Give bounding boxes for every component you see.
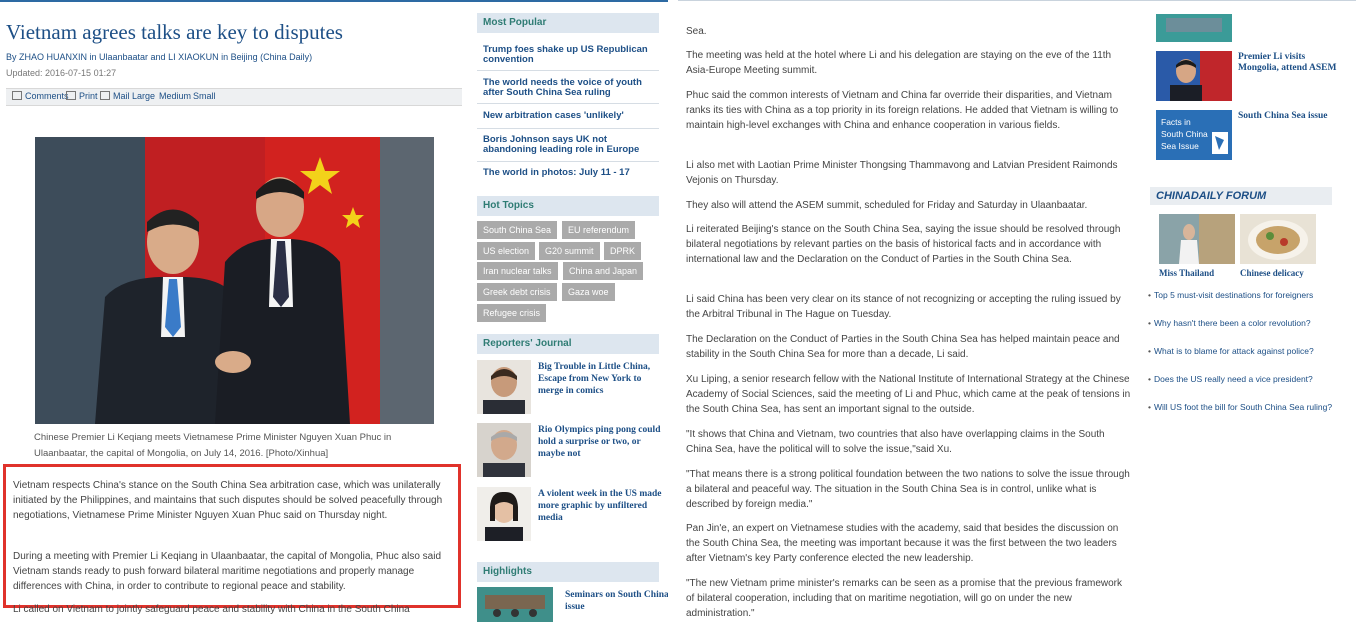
popular-link-5[interactable]: The world in photos: July 11 - 17 xyxy=(483,168,659,178)
reporters-journal-heading: Reporters' Journal xyxy=(477,334,659,354)
mail-icon xyxy=(100,91,110,100)
article-paragraph-2: During a meeting with Premier Li Keqiang… xyxy=(13,551,442,592)
font-medium-button[interactable]: Medium xyxy=(159,91,191,101)
font-small-button[interactable]: Small xyxy=(193,91,216,101)
highlight-photo-1[interactable] xyxy=(477,587,553,622)
top-rule xyxy=(0,0,668,2)
reporter-portrait-2 xyxy=(477,423,531,477)
article-paragraph-1: Vietnam respects China's stance on the S… xyxy=(13,480,443,521)
forum-caption-2[interactable]: Chinese delicacy xyxy=(1240,268,1304,278)
right-paragraph-10: "That means there is a strong political … xyxy=(686,469,1130,510)
comments-label: Comments xyxy=(25,91,69,101)
article-page-left: Vietnam agrees talks are key to disputes… xyxy=(0,0,668,622)
right-paragraph-9: "It shows that China and Vietnam, two co… xyxy=(686,429,1105,455)
seminar-photo xyxy=(477,587,553,622)
leaders-handshake-photo xyxy=(35,137,434,424)
tag-iran-nuclear-talks[interactable]: Iran nuclear talks xyxy=(477,262,558,280)
reporter-link-3[interactable]: A violent week in the US made more graph… xyxy=(538,488,662,524)
forum-link-3[interactable]: What is to blame for attack against poli… xyxy=(1148,346,1339,357)
forum-link-5[interactable]: Will US foot the bill for South China Se… xyxy=(1148,402,1339,413)
forum-caption-1[interactable]: Miss Thailand xyxy=(1159,268,1214,278)
divider xyxy=(477,128,659,129)
top-rule xyxy=(678,0,1356,1)
forum-photo-chinese-delicacy[interactable] xyxy=(1240,214,1316,264)
article-paragraph-3: Li called on Vietnam to jointly safeguar… xyxy=(13,604,410,615)
forum-link-1[interactable]: Top 5 must-visit destinations for foreig… xyxy=(1148,290,1339,301)
article-updated: Updated: 2016-07-15 01:27 xyxy=(6,68,117,78)
photo-caption: Chinese Premier Li Keqiang meets Vietnam… xyxy=(34,432,392,459)
article-photo xyxy=(35,137,434,424)
tag-dprk[interactable]: DPRK xyxy=(604,242,642,260)
side-photo-top[interactable] xyxy=(1156,14,1232,42)
highlight-link-1[interactable]: Seminars on South China Sea issue xyxy=(565,589,668,613)
side-link-south-china-sea[interactable]: South China Sea issue xyxy=(1238,111,1338,122)
right-paragraph-6: Li said China has been very clear on its… xyxy=(686,294,1121,320)
tag-eu-referendum[interactable]: EU referendum xyxy=(562,221,636,239)
reporter-photo-3[interactable] xyxy=(477,487,531,541)
side-photo-premier-li[interactable] xyxy=(1156,51,1232,101)
font-large-button[interactable]: Large xyxy=(132,91,155,101)
chinadaily-forum-logo[interactable]: CHINADAILY FORUM xyxy=(1150,187,1332,205)
article-byline: By ZHAO HUANXIN in Ulaanbaatar and LI XI… xyxy=(6,52,313,62)
popular-link-1[interactable]: Trump foes shake up US Republican conven… xyxy=(483,45,659,65)
print-button[interactable]: Print xyxy=(66,91,98,101)
reporter-link-1[interactable]: Big Trouble in Little China, Escape from… xyxy=(538,361,662,397)
map-icon xyxy=(1212,132,1228,154)
article-title: Vietnam agrees talks are key to disputes xyxy=(6,20,343,44)
right-paragraph-4: They also will attend the ASEM summit, s… xyxy=(686,200,1088,211)
comment-icon xyxy=(12,91,22,100)
miss-thailand-thumb xyxy=(1159,214,1235,264)
divider xyxy=(477,161,659,162)
premier-li-thumb xyxy=(1156,51,1232,101)
tag-greek-debt-crisis[interactable]: Greek debt crisis xyxy=(477,283,557,301)
tag-us-election[interactable]: US election xyxy=(477,242,536,260)
right-paragraph-11: Pan Jin'e, an expert on Vietnamese studi… xyxy=(686,523,1119,564)
right-paragraph-1: The meeting was held at the hotel where … xyxy=(686,50,1112,76)
side-link-premier-li[interactable]: Premier Li visits Mongolia, attend ASEM xyxy=(1238,52,1338,74)
print-label: Print xyxy=(79,91,98,101)
article-toolbar: Comments Print Mail Large Medium Small xyxy=(6,88,462,106)
facts-badge[interactable]: Facts in South China Sea Issue xyxy=(1156,110,1232,160)
right-paragraph-5: Li reiterated Beijing's stance on the So… xyxy=(686,224,1121,265)
divider xyxy=(477,70,659,71)
comments-button[interactable]: Comments xyxy=(12,91,69,101)
popular-link-4[interactable]: Boris Johnson says UK not abandoning lea… xyxy=(483,135,659,155)
reporter-portrait-3 xyxy=(477,487,531,541)
mail-button[interactable]: Mail xyxy=(100,91,130,101)
tag-gaza-woe[interactable]: Gaza woe xyxy=(562,283,615,301)
divider xyxy=(477,103,659,104)
most-popular-heading: Most Popular xyxy=(477,13,659,33)
reporter-photo-1[interactable] xyxy=(477,360,531,414)
right-paragraph-2: Phuc said the common interests of Vietna… xyxy=(686,90,1119,131)
reporter-portrait-1 xyxy=(477,360,531,414)
right-paragraph-7: The Declaration on the Conduct of Partie… xyxy=(686,334,1120,360)
side-thumb-top xyxy=(1156,14,1232,42)
tag-south-china-sea[interactable]: South China Sea xyxy=(477,221,558,239)
tag-refugee-crisis[interactable]: Refugee crisis xyxy=(477,304,547,322)
right-paragraph-8: Xu Liping, a senior research fellow with… xyxy=(686,374,1131,415)
forum-photo-miss-thailand[interactable] xyxy=(1159,214,1235,264)
popular-link-2[interactable]: The world needs the voice of youth after… xyxy=(483,78,659,98)
tag-china-and-japan[interactable]: China and Japan xyxy=(563,262,644,280)
right-lead-fragment: Sea. xyxy=(686,26,707,37)
highlights-heading: Highlights xyxy=(477,562,659,582)
forum-link-2[interactable]: Why hasn't there been a color revolution… xyxy=(1148,318,1339,329)
reporter-link-2[interactable]: Rio Olympics ping pong could hold a surp… xyxy=(538,424,662,460)
article-page-right: Sea. The meeting was held at the hotel w… xyxy=(678,0,1356,622)
popular-link-3[interactable]: New arbitration cases 'unlikely' xyxy=(483,111,659,121)
panel-gap xyxy=(668,0,678,622)
right-paragraph-12: "The new Vietnam prime minister's remark… xyxy=(686,578,1123,619)
right-paragraph-3: Li also met with Laotian Prime Minister … xyxy=(686,160,1118,186)
print-icon xyxy=(66,91,76,100)
tag-g20-summit[interactable]: G20 summit xyxy=(539,242,600,260)
mail-label: Mail xyxy=(113,91,130,101)
facts-badge-text: Facts in South China Sea Issue xyxy=(1161,117,1208,151)
forum-link-4[interactable]: Does the US really need a vice president… xyxy=(1148,374,1339,385)
hot-topics-heading: Hot Topics xyxy=(477,196,659,216)
chinese-delicacy-thumb xyxy=(1240,214,1316,264)
reporter-photo-2[interactable] xyxy=(477,423,531,477)
